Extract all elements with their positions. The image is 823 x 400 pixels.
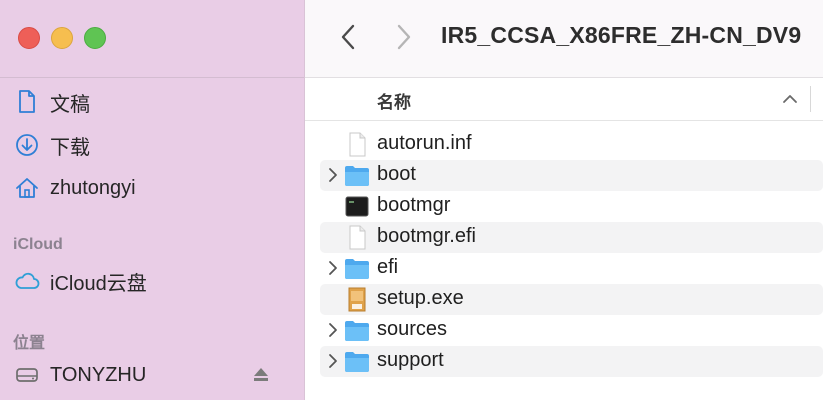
file-name: autorun.inf [377, 132, 472, 154]
sidebar-item-label: zhutongyi [50, 176, 136, 199]
sidebar-section-header: iCloud [13, 236, 63, 253]
file-row[interactable]: setup.exe [320, 284, 823, 315]
home-icon [14, 175, 40, 201]
column-divider[interactable] [810, 86, 811, 112]
folder-row[interactable]: support [320, 346, 823, 377]
eject-icon[interactable] [252, 366, 270, 384]
sidebar: 文稿 下载 zhutongyi iCloud iCloud云盘 位置 TONYZ… [0, 0, 305, 400]
sidebar-item-downloads[interactable]: 下载 [14, 130, 90, 160]
document-icon [344, 225, 370, 250]
sidebar-item-label: 文稿 [50, 93, 90, 116]
folder-icon [344, 163, 370, 188]
column-header-name[interactable]: 名称 [377, 88, 411, 113]
file-name: support [377, 349, 444, 371]
folder-icon [344, 349, 370, 374]
sidebar-item-label: iCloud云盘 [50, 272, 147, 295]
toolbar: IR5_CCSA_X86FRE_ZH-CN_DV9 [305, 0, 823, 78]
sidebar-item-icloud-drive[interactable]: iCloud云盘 [14, 266, 147, 296]
folder-icon [344, 318, 370, 343]
sidebar-item-label: TONYZHU [50, 363, 147, 386]
document-icon [14, 89, 40, 115]
document-icon [344, 132, 370, 157]
file-name: boot [377, 163, 416, 185]
download-icon [14, 132, 40, 158]
window-title: IR5_CCSA_X86FRE_ZH-CN_DV9 [441, 22, 802, 48]
sidebar-divider [0, 77, 304, 78]
cloud-icon [14, 268, 40, 294]
file-row[interactable]: bootmgr [320, 191, 823, 222]
folder-row[interactable]: sources [320, 315, 823, 346]
disclosure-triangle-icon[interactable] [326, 353, 340, 369]
terminal-executable-icon [344, 194, 370, 219]
sidebar-item-documents[interactable]: 文稿 [14, 87, 90, 117]
drive-icon [14, 362, 40, 388]
close-button[interactable] [18, 27, 40, 49]
disclosure-triangle-icon[interactable] [326, 322, 340, 338]
forward-button[interactable] [389, 22, 419, 52]
sidebar-section-header: 位置 [13, 335, 46, 352]
sidebar-item-label: 下载 [50, 136, 90, 159]
file-list: autorun.inf boot bootmgr bootmgr.efi efi… [320, 129, 823, 377]
disclosure-triangle-icon[interactable] [326, 260, 340, 276]
folder-icon [344, 256, 370, 281]
window-controls [18, 27, 106, 49]
file-name: efi [377, 256, 399, 278]
file-browser: IR5_CCSA_X86FRE_ZH-CN_DV9 名称 autorun.inf… [305, 0, 823, 400]
sort-ascending-icon[interactable] [781, 90, 799, 108]
folder-row[interactable]: boot [320, 160, 823, 191]
file-name: bootmgr [377, 194, 451, 216]
exe-file-icon [344, 287, 370, 312]
chevron-left-icon [341, 24, 355, 50]
file-row[interactable]: autorun.inf [320, 129, 823, 160]
column-header: 名称 [305, 78, 823, 121]
chevron-right-icon [397, 24, 411, 50]
file-name: bootmgr.efi [377, 225, 476, 247]
file-name: setup.exe [377, 287, 464, 309]
file-name: sources [377, 318, 448, 340]
sidebar-item-home[interactable]: zhutongyi [14, 173, 136, 203]
minimize-button[interactable] [51, 27, 73, 49]
sidebar-item-drive[interactable]: TONYZHU [14, 360, 146, 390]
file-row[interactable]: bootmgr.efi [320, 222, 823, 253]
back-button[interactable] [333, 22, 363, 52]
disclosure-triangle-icon[interactable] [326, 167, 340, 183]
folder-row[interactable]: efi [320, 253, 823, 284]
zoom-button[interactable] [84, 27, 106, 49]
